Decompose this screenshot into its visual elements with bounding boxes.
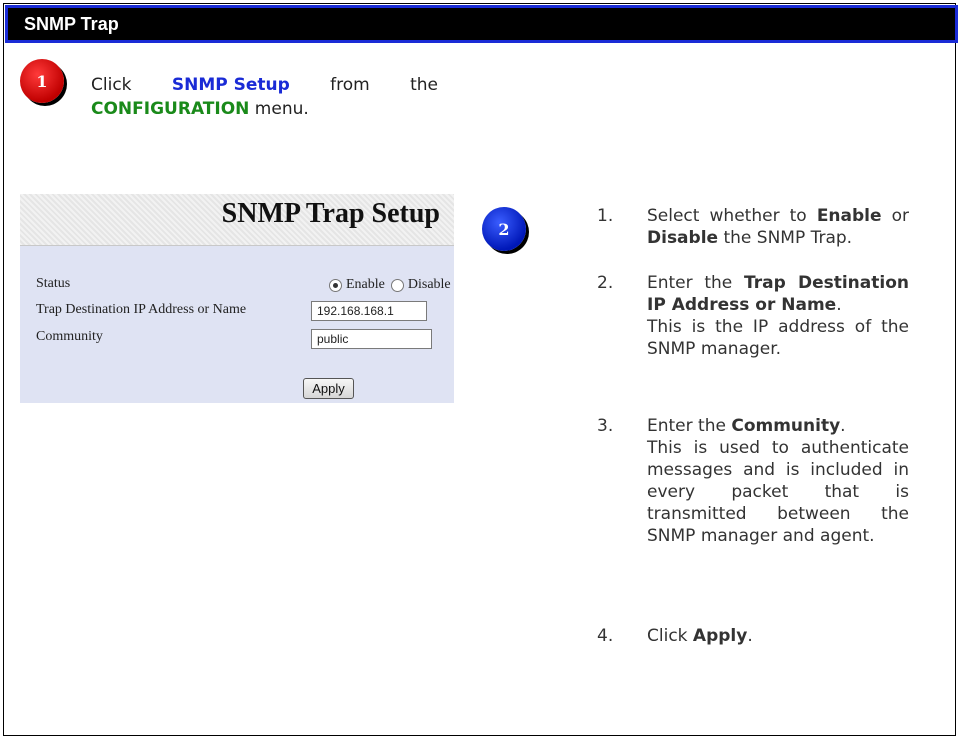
word-menu: menu. [254, 99, 309, 119]
step-1-instruction: Click SNMP Setup from the CONFIGURATION … [91, 73, 438, 121]
apply-button[interactable]: Apply [303, 378, 354, 399]
word-from: from [330, 75, 370, 95]
snmp-trap-setup-panel: SNMP Trap Setup Status Enable Disable Tr… [20, 194, 454, 403]
step-1-number: 1 [36, 71, 48, 91]
enable-radio[interactable] [329, 278, 342, 292]
step-2-number: 2 [498, 219, 510, 239]
trap-destination-label: Trap Destination IP Address or Name [36, 302, 247, 317]
disable-radio[interactable] [390, 278, 404, 292]
enable-radio-label: Enable [346, 277, 385, 292]
step-2-badge: 2 [482, 207, 526, 251]
list-item-text: Click Apply. [647, 626, 753, 646]
word-click: Click [91, 75, 132, 95]
snmp-setup-link[interactable]: SNMP Setup [172, 73, 290, 97]
status-radio-group: Enable Disable [329, 277, 457, 293]
panel-header: SNMP Trap Setup [20, 194, 454, 246]
panel-title: SNMP Trap Setup [221, 198, 440, 229]
word-the: the [410, 75, 438, 95]
list-item-text: Select whether to Enable or Disable the … [647, 206, 910, 248]
community-input[interactable]: public [311, 329, 432, 349]
list-item: 2. Enter the Trap Destination IP Address… [597, 272, 909, 360]
list-item-number: 2. [597, 273, 614, 293]
configuration-menu-label: CONFIGURATION [91, 99, 250, 119]
list-item-text: Enter the Trap Destination IP Address or… [647, 273, 909, 359]
section-header: SNMP Trap [5, 5, 958, 43]
list-item: 4. Click Apply. [597, 625, 909, 647]
list-item-number: 4. [597, 626, 614, 646]
list-item: 3. Enter the Community. This is used to … [597, 415, 909, 547]
section-title: SNMP Trap [24, 14, 119, 34]
trap-destination-input[interactable]: 192.168.168.1 [311, 301, 427, 321]
list-item-text: Enter the Community. This is used to aut… [647, 416, 909, 546]
list-item-number: 3. [597, 416, 614, 436]
list-item: 1. Select whether to Enable or Disable t… [597, 205, 909, 249]
community-label: Community [36, 329, 103, 344]
status-label: Status [36, 276, 71, 291]
step-1-badge: 1 [20, 59, 64, 103]
disable-radio-label: Disable [407, 277, 451, 292]
list-item-number: 1. [597, 206, 614, 226]
